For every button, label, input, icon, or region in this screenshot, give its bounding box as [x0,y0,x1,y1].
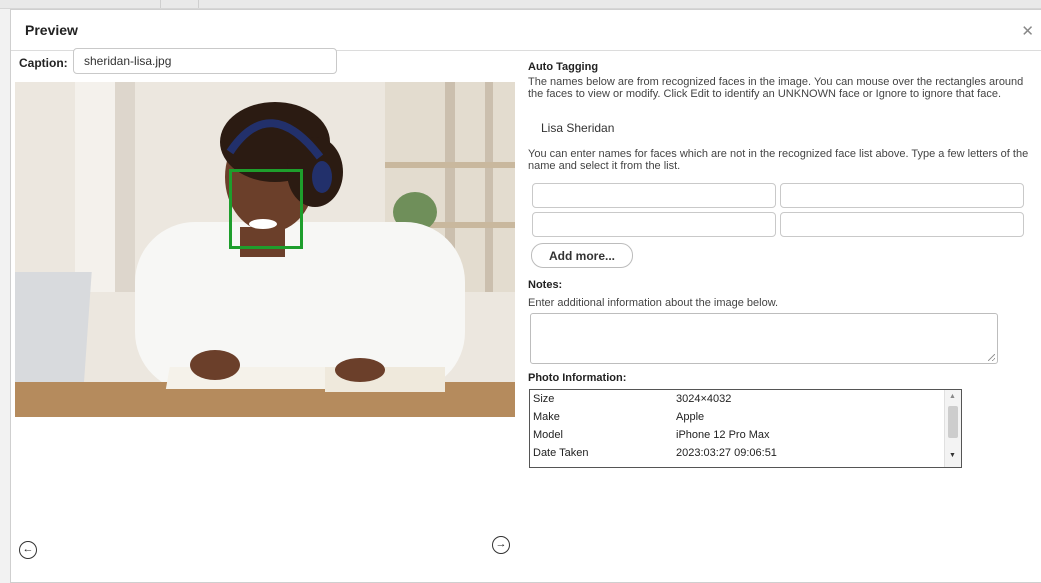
dialog-header: Preview ✕ [11,10,1041,51]
dialog-title: Preview [25,22,78,38]
info-value: 3024×4032 [676,393,732,405]
name-input[interactable] [780,212,1024,237]
photo-info-title: Photo Information: [528,372,627,384]
notes-hint: Enter additional information about the i… [528,297,779,309]
name-input[interactable] [532,212,776,237]
info-row: Date Taken 2023:03:27 09:06:51 [533,447,943,463]
name-input[interactable] [532,183,776,208]
caption-input[interactable] [73,48,337,74]
notes-textarea[interactable] [530,313,998,364]
background-tab [168,0,199,8]
scroll-thumb[interactable] [948,406,958,438]
info-key: Make [533,411,560,423]
info-key: Size [533,393,555,405]
info-key: Date Taken [533,447,589,459]
photo-image [15,82,515,417]
auto-tagging-title: Auto Tagging [528,61,599,73]
photo-preview [15,82,515,417]
add-more-button[interactable]: Add more... [531,243,633,268]
info-row: Model iPhone 12 Pro Max [533,429,943,445]
face-rectangle[interactable] [229,169,303,249]
photo-info-list: Size 3024×4032 Make Apple Model iPhone 1… [529,389,962,468]
info-value: 2023:03:27 09:06:51 [676,447,777,459]
recognized-face-name[interactable]: Lisa Sheridan [541,121,614,135]
info-value: Apple [676,411,705,423]
notes-title: Notes: [528,279,563,291]
scroll-down-icon[interactable]: ▼ [949,452,956,459]
scroll-up-icon[interactable]: ▲ [949,393,956,400]
resize-grip-icon[interactable] [988,354,995,361]
name-input[interactable] [780,183,1024,208]
info-row: Make Apple [533,411,943,427]
background-tab [20,0,161,8]
info-key: Model [533,429,563,441]
top-tab-strip [0,0,1041,9]
info-scrollbar[interactable]: ▲ ▼ [944,390,961,467]
previous-arrow-icon[interactable]: ← [19,541,37,559]
auto-tagging-intro: The names below are from recognized face… [528,76,1024,100]
close-icon[interactable]: ✕ [1021,22,1034,40]
info-value: iPhone 12 Pro Max [676,429,770,441]
caption-label: Caption: [19,56,68,70]
info-row: Size 3024×4032 [533,393,943,409]
next-arrow-icon[interactable]: → [492,536,510,554]
manual-tagging-hint: You can enter names for faces which are … [528,148,1029,172]
